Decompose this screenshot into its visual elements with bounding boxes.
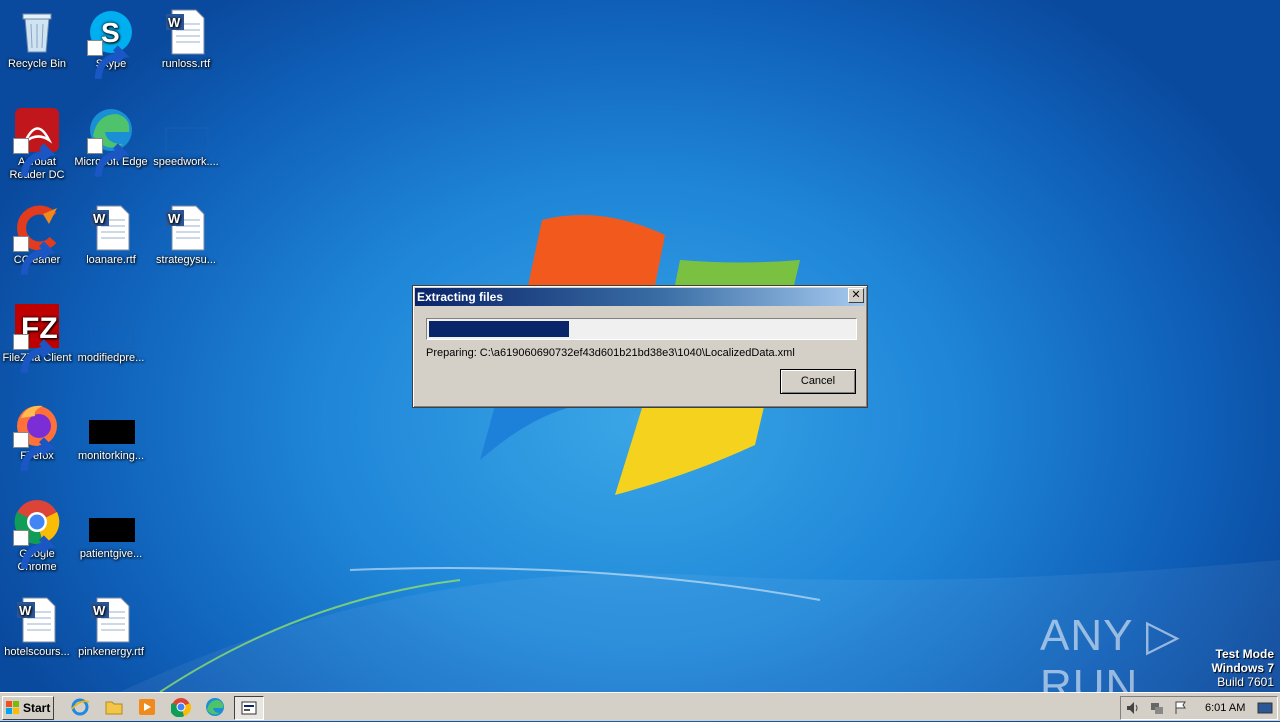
status-text: Preparing: C:\a619060690732ef43d601b21bd…: [426, 347, 795, 359]
svg-text:W: W: [93, 211, 106, 226]
start-label: Start: [23, 701, 51, 715]
taskbar-ie[interactable]: [70, 697, 92, 719]
shortcut-arrow-icon: [13, 530, 56, 569]
os-name-text: Windows 7: [1211, 661, 1274, 675]
taskbar-edge[interactable]: [205, 697, 227, 719]
shortcut-arrow-icon: [13, 236, 56, 275]
progress-bar-fill: [429, 321, 569, 337]
internet-explorer-icon: [71, 698, 90, 716]
desktop-icon-ccleaner[interactable]: CCleaner: [0, 204, 74, 275]
desktop-icon-monitorking[interactable]: monitorking...: [74, 400, 148, 463]
dialog-titlebar[interactable]: Extracting files: [415, 288, 865, 306]
taskbar-media-player[interactable]: [137, 697, 159, 719]
windows-flag-icon: [6, 701, 19, 714]
desktop-icon-runloss[interactable]: W runloss.rtf: [149, 8, 223, 71]
speaker-icon[interactable]: [1125, 700, 1141, 716]
shortcut-arrow-icon: [13, 334, 56, 373]
test-mode-text: Test Mode: [1215, 647, 1274, 661]
desktop-icon-speedwork[interactable]: speedwork....: [149, 106, 223, 169]
desktop-icon-chrome[interactable]: Google Chrome: [0, 498, 74, 574]
close-button[interactable]: ✕: [848, 288, 864, 303]
desktop-icon-recycle-bin[interactable]: Recycle Bin: [0, 8, 74, 71]
desktop-icon-edge[interactable]: Microsoft Edge: [74, 106, 148, 177]
system-info: Test Mode Windows 7 Build 7601: [1211, 647, 1274, 689]
taskbar: Start 6:01 AM: [0, 692, 1280, 721]
desktop-icon-patientgive[interactable]: patientgive...: [74, 498, 148, 561]
blank-file-icon: [90, 323, 134, 349]
icon-label: Recycle Bin: [7, 58, 67, 70]
icon-label: patientgive...: [79, 548, 143, 560]
anyrun-watermark: ANY ▷ RUN: [1040, 611, 1181, 692]
shortcut-arrow-icon: [87, 40, 130, 79]
blank-file-icon: [165, 127, 209, 153]
shortcut-arrow-icon: [87, 138, 130, 177]
desktop-icon-filezilla[interactable]: FZ FileZilla Client: [0, 302, 74, 373]
black-file-icon: [89, 420, 135, 444]
desktop-icon-modifiedpre[interactable]: modifiedpre...: [74, 302, 148, 365]
action-center-flag-icon[interactable]: [1173, 700, 1189, 716]
icon-label: monitorking...: [77, 450, 145, 462]
icon-label: modifiedpre...: [77, 352, 145, 364]
icon-label: runloss.rtf: [161, 58, 211, 70]
extracting-files-dialog: Extracting files ✕ Preparing: C:\a619060…: [412, 285, 868, 408]
desktop-icon-pinkenergy[interactable]: W pinkenergy.rtf: [74, 596, 148, 659]
svg-text:W: W: [93, 603, 106, 618]
desktop-icon-skype[interactable]: S Skype: [74, 8, 148, 79]
network-icon[interactable]: [1149, 700, 1165, 716]
word-document-icon: W: [91, 597, 130, 643]
progress-bar: [426, 318, 857, 340]
icon-label: speedwork....: [153, 156, 219, 168]
media-player-icon: [139, 699, 155, 715]
taskbar-installer-task[interactable]: [234, 696, 264, 720]
word-document-icon: W: [166, 9, 205, 55]
svg-text:W: W: [19, 603, 32, 618]
taskbar-explorer[interactable]: [104, 697, 126, 719]
system-tray: 6:01 AM: [1120, 696, 1278, 720]
icon-label: loanare.rtf: [86, 254, 136, 266]
desktop-icon-acrobat[interactable]: Acrobat Reader DC: [0, 106, 74, 182]
desktop-icon-strategysu[interactable]: W strategysu...: [149, 204, 223, 267]
dialog-title: Extracting files: [417, 290, 504, 304]
icon-label: hotelscours...: [4, 646, 70, 658]
start-button[interactable]: Start: [2, 696, 54, 720]
clock[interactable]: 6:01 AM: [1205, 697, 1245, 719]
folder-icon: [105, 701, 123, 715]
desktop: Recycle Bin Acrobat Reader DC CCleaner F…: [0, 0, 1280, 692]
build-text: Build 7601: [1217, 675, 1274, 689]
desktop-icon-loanare[interactable]: W loanare.rtf: [74, 204, 148, 267]
show-desktop-icon[interactable]: [1257, 700, 1273, 716]
word-document-icon: W: [91, 205, 130, 251]
desktop-icon-firefox[interactable]: Firefox: [0, 400, 74, 471]
recycle-bin-icon: [22, 13, 52, 53]
svg-text:W: W: [168, 15, 181, 30]
installer-icon: [241, 701, 257, 715]
cancel-button[interactable]: Cancel: [780, 369, 856, 394]
word-document-icon: W: [17, 597, 56, 643]
edge-icon: [206, 698, 224, 716]
svg-text:W: W: [168, 211, 181, 226]
black-file-icon: [89, 518, 135, 542]
taskbar-chrome[interactable]: [170, 697, 193, 719]
desktop-icon-hotelscours[interactable]: W hotelscours...: [0, 596, 74, 659]
shortcut-arrow-icon: [13, 432, 56, 471]
icon-label: pinkenergy.rtf: [78, 646, 144, 658]
word-document-icon: W: [166, 205, 205, 251]
shortcut-arrow-icon: [13, 138, 56, 177]
chrome-icon: [170, 698, 192, 718]
icon-label: strategysu...: [156, 254, 216, 266]
